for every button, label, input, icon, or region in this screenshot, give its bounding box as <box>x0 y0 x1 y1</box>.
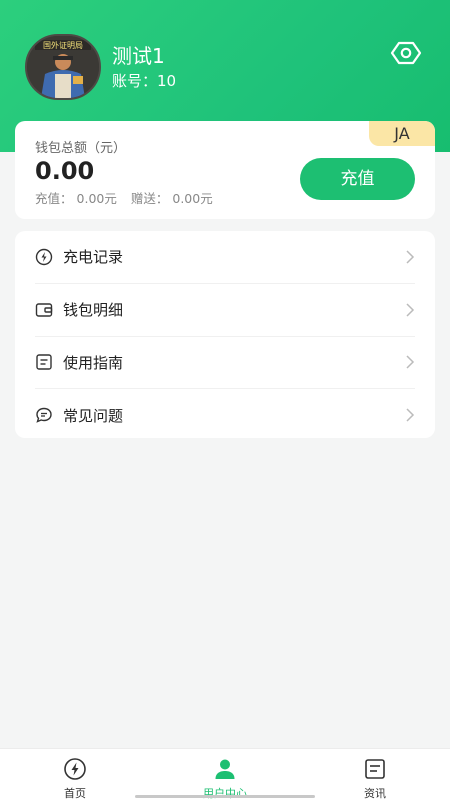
recharge-button[interactable]: 充值 <box>300 158 415 200</box>
menu-item-label: 常见问题 <box>63 406 124 425</box>
guide-icon <box>36 354 52 371</box>
gift-label: 赠送： <box>130 191 169 206</box>
home-indicator <box>135 795 315 798</box>
ja-badge: JA <box>369 121 435 146</box>
gift-value: 0.00元 <box>172 191 213 206</box>
user-icon <box>215 759 235 779</box>
menu-item-faq[interactable]: 常见问题 <box>35 389 415 441</box>
wallet-breakdown: 充值： 0.00元 赠送： 0.00元 <box>35 188 217 207</box>
menu-item-label: 使用指南 <box>63 353 124 372</box>
news-icon <box>365 759 385 779</box>
tab-label: 首页 <box>64 787 86 800</box>
chevron-right-icon <box>406 250 415 264</box>
chevron-right-icon <box>406 408 415 422</box>
menu-item-user-guide[interactable]: 使用指南 <box>35 337 415 390</box>
chevron-right-icon <box>406 303 415 317</box>
menu-card: 充电记录 钱包明细 使用指南 常见问题 <box>15 231 435 438</box>
tab-news[interactable]: 资讯 <box>300 749 450 801</box>
eye-icon[interactable] <box>388 40 424 66</box>
bottom-tab-bar: 首页 用户中心 资讯 <box>0 748 450 801</box>
menu-item-wallet-details[interactable]: 钱包明细 <box>35 284 415 337</box>
account-number: 账号：10 <box>112 72 177 90</box>
menu-item-charging-records[interactable]: 充电记录 <box>35 231 415 284</box>
tab-label: 资讯 <box>364 787 386 800</box>
wallet-total-amount: 0.00 <box>35 157 95 185</box>
chevron-right-icon <box>406 355 415 369</box>
wallet-total-label: 钱包总额（元） <box>35 141 127 156</box>
lightning-icon <box>35 248 53 266</box>
avatar-image: 国外证明局 <box>27 36 99 98</box>
wallet-card: JA 钱包总额（元） 0.00 充值： 0.00元 赠送： 0.00元 充值 <box>15 121 435 219</box>
tab-user-center[interactable]: 用户中心 <box>150 749 300 801</box>
wallet-icon <box>35 302 53 317</box>
user-name: 测试1 <box>112 44 165 68</box>
recharge-label: 充值： <box>35 191 73 206</box>
tab-home[interactable]: 首页 <box>0 749 150 801</box>
chat-icon <box>36 407 52 423</box>
lightning-circle-icon <box>64 758 86 780</box>
avatar[interactable]: 国外证明局 <box>25 34 101 100</box>
menu-item-label: 充电记录 <box>63 248 124 267</box>
tab-label: 用户中心 <box>203 787 247 800</box>
menu-item-label: 钱包明细 <box>63 301 124 320</box>
recharge-value: 0.00元 <box>76 191 117 206</box>
svg-text:国外证明局: 国外证明局 <box>43 40 83 50</box>
